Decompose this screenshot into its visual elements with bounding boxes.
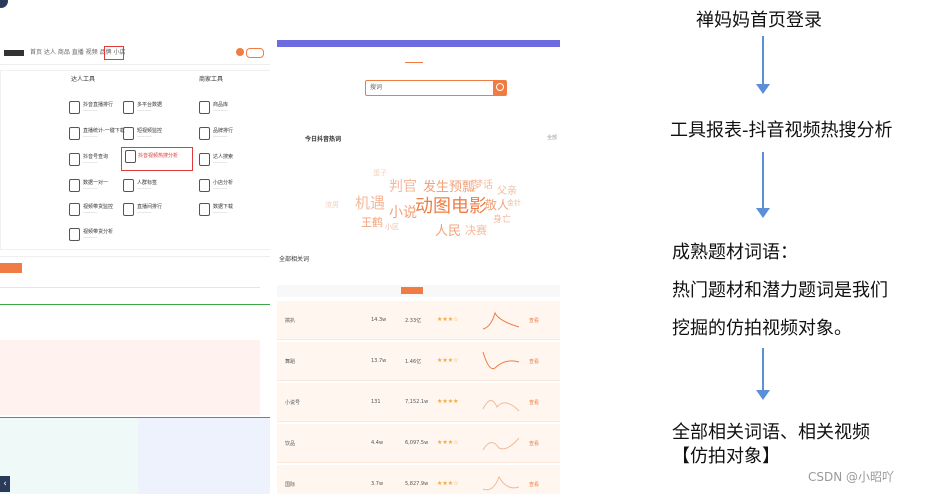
arrow-down-icon [756, 390, 770, 400]
cloud-word[interactable]: 王鹤 [361, 214, 383, 230]
left-screenshot: 首页 达人 商品 直播 视频 品牌 小店 达人工具 商家工具 抖音直播排行 ---… [0, 0, 270, 494]
flow-arrow-line [762, 152, 764, 210]
tab-underline [405, 62, 423, 63]
cloud-word[interactable]: 父亲 [497, 182, 517, 197]
flow-step-copy-target: 【仿拍对象】 [672, 446, 780, 467]
middle-screenshot: 搜词 今日抖音热词 动图电影 小说 判官 发生预瓢 机遇 王鹤 人民 决赛 梦话… [277, 40, 560, 494]
table-header [277, 285, 560, 297]
flow-step-hot-words: 热门题材和潜力题词是我们 [672, 280, 888, 301]
search-button[interactable] [493, 80, 507, 96]
tool-item[interactable]: 达人搜索 ---------- [199, 151, 270, 171]
timeline-axis [0, 287, 260, 288]
tool-item[interactable]: 视频带货分析 ---------- [69, 226, 164, 246]
flow-arrow-line [762, 348, 764, 392]
cloud-word[interactable]: 小说 [389, 202, 417, 222]
timeline-strip [0, 256, 270, 301]
flow-step-tools: 工具报表-抖音视频热搜分析 [670, 120, 893, 141]
sorted-column-header[interactable] [401, 287, 423, 294]
tool-item[interactable]: 小店分析 ---------- [199, 177, 270, 197]
cloud-word[interactable]: 梦话 [473, 176, 493, 191]
bubble-area-blue [138, 418, 270, 494]
cloud-word[interactable]: 动图电影 [415, 192, 487, 218]
flow-step-mature-words: 成熟题材词语： [672, 242, 798, 263]
table-row[interactable]: 搞扒 14.3w 2.33亿 ★★★☆ 查看 [277, 301, 560, 340]
cloud-word[interactable]: 金针 [507, 198, 521, 208]
search-icon [496, 83, 504, 91]
flow-step-mine: 挖掘的仿拍视频对象。 [672, 318, 852, 339]
table-row[interactable]: 舞蹈 13.7w 1.46亿 ★★★☆ 查看 [277, 342, 560, 381]
related-words-table: 全部相关词 搞扒 14.3w 2.33亿 ★★★☆ 查看 舞蹈 13.7w 1.… [277, 255, 560, 494]
search-input[interactable]: 搜词 [365, 80, 495, 96]
cloud-word[interactable]: 小区 [385, 222, 399, 232]
avatar[interactable] [236, 48, 244, 56]
flow-arrow-line [762, 36, 764, 88]
top-nav-bar: 首页 达人 商品 直播 视频 品牌 小店 [0, 42, 270, 65]
tool-item[interactable]: 品牌排行 ---------- [199, 125, 270, 145]
green-highlight-box [0, 304, 270, 418]
tools-menu: 达人工具 商家工具 抖音直播排行 ---------- 直播统计-一键下载 ----… [0, 70, 270, 250]
tool-item[interactable]: 数据下载 ---------- [199, 201, 270, 221]
cloud-word[interactable]: 决赛 [465, 222, 487, 238]
vip-button[interactable] [246, 48, 264, 58]
table-row[interactable]: 国际 3.7w 5,827.9w ★★★☆ 查看 [277, 465, 560, 494]
cloud-word[interactable]: 身亡 [493, 212, 511, 225]
cloud-word[interactable]: 渣男 [325, 200, 339, 210]
watermark: CSDN @小昭吖 [808, 470, 895, 484]
cloud-word[interactable]: 蛋子 [373, 168, 387, 178]
cloud-word[interactable]: 全部 [547, 134, 557, 141]
cloud-word[interactable]: 机遇 [355, 192, 385, 213]
table-row[interactable]: 小说号 131 7,152.1w ★★★★ 查看 [277, 383, 560, 422]
table-row[interactable]: 饮品 4.4w 6,097.5w ★★★☆ 查看 [277, 424, 560, 463]
section-merchant-tools: 商家工具 [199, 76, 224, 83]
cloud-title: 今日抖音热词 [305, 136, 342, 143]
flow-step-login: 禅妈妈首页登录 [696, 10, 822, 31]
arrow-down-icon [756, 84, 770, 94]
tool-item[interactable]: 商品库 ---------- [199, 99, 270, 119]
arrow-down-icon [756, 208, 770, 218]
logo [4, 50, 24, 56]
header-bar [277, 40, 560, 47]
flow-step-related: 全部相关词语、相关视频 [672, 422, 870, 443]
cloud-word[interactable]: 发生预瓢 [423, 176, 475, 195]
word-cloud-panel: 今日抖音热词 动图电影 小说 判官 发生预瓢 机遇 王鹤 人民 决赛 梦话 敬人… [277, 130, 560, 260]
section-talent-tools: 达人工具 [71, 76, 96, 83]
table-title: 全部相关词 [279, 256, 310, 263]
corner-badge [0, 0, 8, 8]
tab-active[interactable] [0, 263, 22, 273]
cloud-word[interactable]: 人民 [435, 220, 461, 239]
cloud-word[interactable]: 敬人 [485, 196, 509, 213]
tool-report-highlight[interactable] [104, 46, 124, 60]
chevron-left-icon[interactable]: ‹ [0, 476, 10, 492]
highlighted-tool-hot-search[interactable]: 抖音视频热搜分析 [121, 147, 193, 171]
cloud-word[interactable]: 判官 [389, 176, 417, 196]
